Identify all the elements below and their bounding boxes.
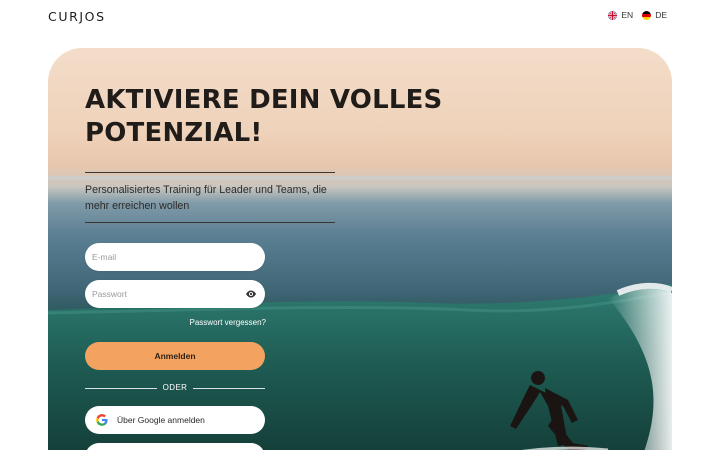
- email-field-wrapper: [85, 243, 265, 271]
- language-switcher: EN DE: [608, 10, 672, 20]
- brand-logo[interactable]: CURJOS: [48, 9, 106, 24]
- eye-icon[interactable]: [245, 289, 257, 299]
- language-de[interactable]: DE: [655, 10, 667, 20]
- password-field[interactable]: [85, 280, 265, 308]
- language-en[interactable]: EN: [621, 10, 633, 20]
- google-login-button[interactable]: Über Google anmelden: [85, 406, 265, 434]
- email-field[interactable]: [85, 243, 265, 271]
- hero-subtitle: Personalisiertes Training für Leader und…: [85, 184, 327, 212]
- divider-line-right: [193, 388, 265, 389]
- password-field-wrapper: [85, 280, 265, 308]
- divider-line-bottom: [85, 222, 335, 223]
- forgot-password-link[interactable]: Passwort vergessen?: [188, 318, 266, 327]
- hero-headline: AKTIVIERE DEIN VOLLES POTENZIAL!: [85, 85, 443, 148]
- google-icon: [96, 414, 108, 426]
- social-login-button-2[interactable]: [85, 443, 265, 450]
- divider-line-top: [85, 172, 335, 173]
- uk-flag-icon[interactable]: [608, 10, 618, 20]
- or-divider: ODER: [85, 383, 265, 393]
- google-login-label: Über Google anmelden: [117, 415, 205, 425]
- germany-flag-icon[interactable]: [642, 10, 652, 20]
- top-bar: CURJOS EN DE: [0, 0, 720, 36]
- login-button[interactable]: Anmelden: [85, 342, 265, 370]
